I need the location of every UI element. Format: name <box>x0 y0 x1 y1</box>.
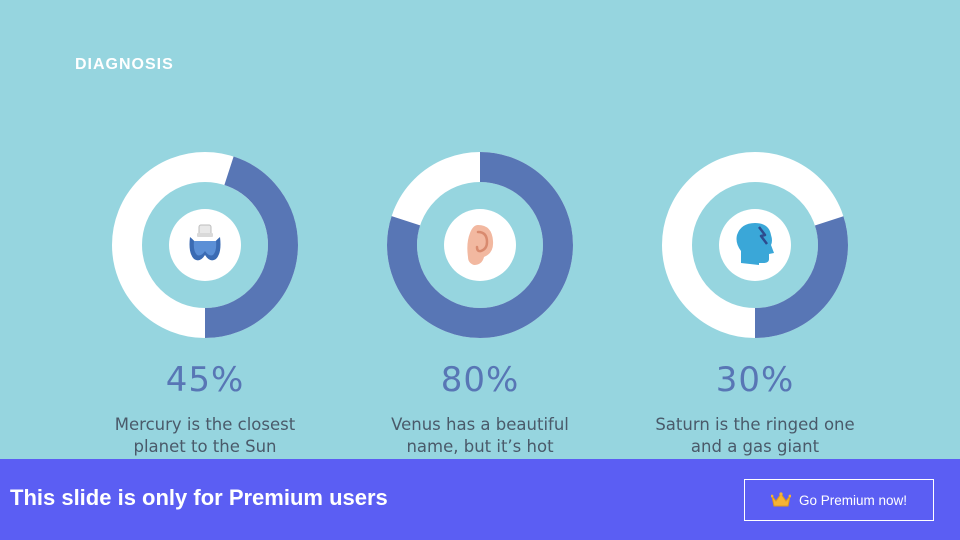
donut-chart-mercury <box>112 152 298 338</box>
stat-saturn: 30% Saturn is the ringed one and a gas g… <box>625 152 885 458</box>
slide-title: DIAGNOSIS <box>75 56 174 73</box>
stat-description: Saturn is the ringed one and a gas giant <box>655 415 855 456</box>
stat-value: 45% <box>165 360 245 400</box>
crown-icon <box>770 492 791 507</box>
go-premium-label: Go Premium now! <box>798 492 908 508</box>
stat-venus: 80% Venus has a beautiful name, but it’s… <box>350 152 610 458</box>
stat-description: Venus has a beautiful name, but it’s hot <box>391 415 569 456</box>
donut-chart-venus <box>387 152 573 338</box>
stat-value: 30% <box>715 360 795 400</box>
stat-mercury: 45% Mercury is the closest planet to the… <box>75 152 335 458</box>
go-premium-button[interactable]: Go Premium now! <box>744 479 934 521</box>
stat-value: 80% <box>440 360 520 400</box>
premium-banner-text: This slide is only for Premium users <box>10 485 388 510</box>
premium-banner: This slide is only for Premium users Go … <box>0 459 960 540</box>
donut-chart-saturn <box>662 152 848 338</box>
stat-description: Mercury is the closest planet to the Sun <box>114 415 296 456</box>
head-pain-icon <box>736 223 774 265</box>
